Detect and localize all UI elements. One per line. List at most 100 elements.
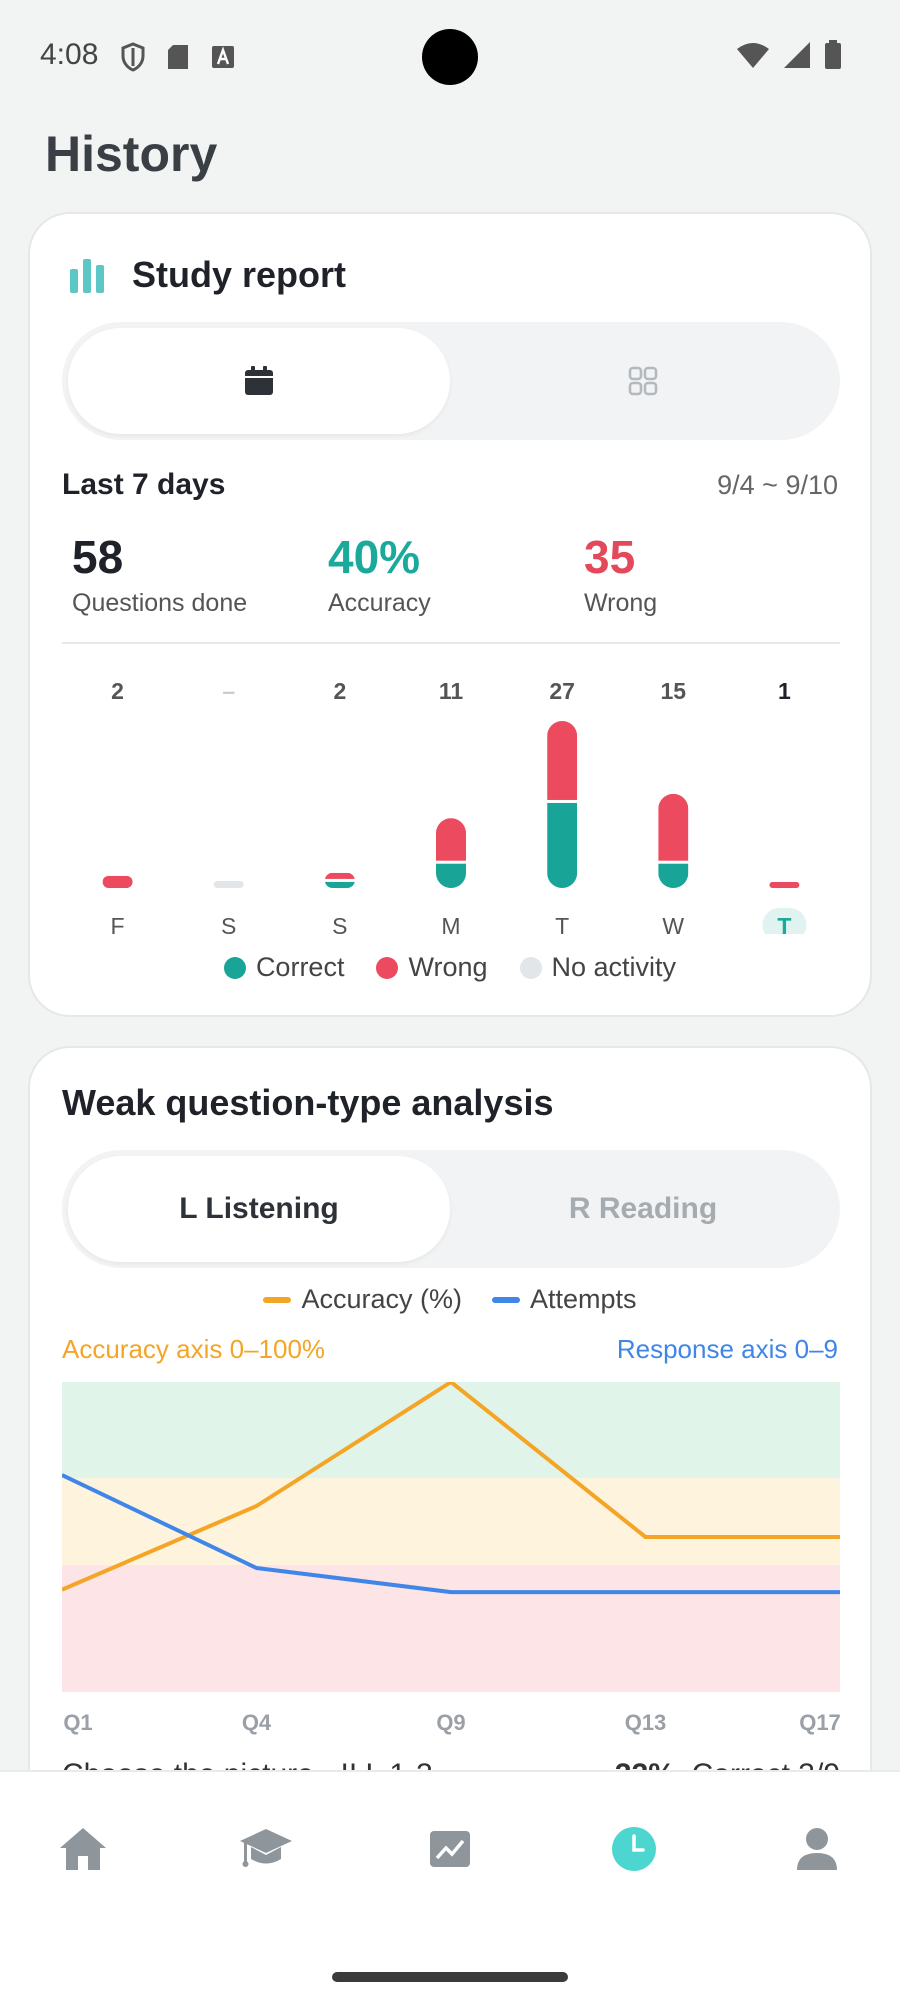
bar-wrong <box>436 818 466 861</box>
accuracy-band <box>62 1478 840 1565</box>
report-view-toggle <box>62 322 840 440</box>
clock-icon <box>612 1827 656 1871</box>
bar-total-label: 11 <box>439 678 464 704</box>
tab-reading[interactable]: R Reading <box>452 1156 834 1262</box>
legend-accuracy: Accuracy (%) <box>263 1284 462 1315</box>
home-indicator[interactable] <box>332 1972 568 1982</box>
legend-wrong: Wrong <box>376 952 488 983</box>
bar-total-label: 15 <box>660 678 686 704</box>
correct-dot <box>223 956 246 979</box>
line-chart-legend: Accuracy (%) Attempts <box>30 1284 870 1315</box>
bar-correct <box>436 863 466 888</box>
accuracy-axis-note: Accuracy axis 0–100% <box>62 1334 326 1364</box>
bar-total-label: – <box>222 678 235 704</box>
bar-total-label: 27 <box>549 678 575 704</box>
signal-icon <box>784 42 810 68</box>
tab-label: L Listening <box>179 1192 339 1225</box>
x-tick-label: Q1 <box>63 1710 93 1735</box>
study-report-header: Study report <box>68 254 346 296</box>
nav-learn[interactable] <box>226 1814 306 1884</box>
stat-value: 58 <box>72 531 124 583</box>
bar-correct <box>324 881 355 888</box>
stat-questions-done: 58 Questions done <box>72 532 247 618</box>
stat-value: 35 <box>584 531 636 583</box>
section-toggle: L Listening R Reading <box>62 1150 840 1268</box>
stat-label: Accuracy <box>328 588 431 617</box>
legend-label: Attempts <box>529 1284 637 1314</box>
bar-chart-icon <box>70 259 104 293</box>
bar-wrong <box>658 793 689 861</box>
x-tick-label: Q13 <box>624 1710 667 1735</box>
x-tick-label: Q17 <box>799 1710 841 1735</box>
bar-wrong <box>769 881 800 888</box>
nav-history[interactable] <box>594 1814 674 1884</box>
graduation-cap-icon <box>240 1829 292 1867</box>
daily-bar-chart: 2 F – S 2 S 11 M 27 T 15 W 1 T <box>102 678 807 934</box>
bar-day-label: T <box>555 913 569 934</box>
bar-stack <box>102 875 133 888</box>
bar-no-activity <box>213 881 244 888</box>
bar-day-label: T <box>777 913 791 934</box>
font-icon <box>212 46 234 68</box>
shield-icon <box>121 42 145 72</box>
study-report-title: Study report <box>132 254 347 295</box>
accuracy-band <box>62 1382 840 1479</box>
bar-chart-legend: Correct Wrong No activity <box>30 952 870 983</box>
bar-stack <box>769 881 800 888</box>
bar-total-label: 1 <box>778 678 791 704</box>
nav-stats[interactable] <box>410 1814 490 1884</box>
accuracy-band <box>62 1564 840 1692</box>
sd-card-icon <box>168 45 188 69</box>
weak-type-line-chart <box>62 1382 840 1692</box>
profile-icon <box>797 1828 837 1870</box>
page-title: History <box>45 126 218 182</box>
bar-day-label: M <box>441 913 460 934</box>
bar-stack <box>547 721 578 888</box>
line-chart-x-labels: Q1 Q4 Q9 Q13 Q17 <box>62 1710 840 1740</box>
status-time: 4:08 <box>40 38 99 71</box>
bar-day-label: S <box>332 913 347 934</box>
x-tick-label: Q4 <box>241 1710 272 1735</box>
nav-home[interactable] <box>43 1814 123 1884</box>
attempts-swatch <box>491 1296 520 1303</box>
legend-label: No activity <box>551 952 677 982</box>
bar-wrong <box>547 721 578 800</box>
home-icon <box>60 1828 106 1870</box>
bar-total-label: 2 <box>333 678 346 704</box>
status-icons-right <box>736 40 842 70</box>
battery-icon <box>825 40 841 69</box>
legend-label: Correct <box>255 952 345 982</box>
bar-day-label: W <box>662 913 684 934</box>
stat-value: 40% <box>328 531 421 583</box>
bar-stack <box>436 818 466 888</box>
status-bar: 4:08 <box>0 0 900 115</box>
status-icons-left <box>120 42 236 72</box>
period-range: 9/4 ~ 9/10 <box>717 470 838 500</box>
calendar-view-tab[interactable] <box>68 328 450 434</box>
study-report-card: Study report Last 7 days 9/4 ~ 9/10 58 Q… <box>28 212 872 1017</box>
bar-correct <box>658 863 689 888</box>
bar-stack <box>658 793 689 888</box>
stat-label: Wrong <box>584 588 658 617</box>
chart-icon <box>430 1831 470 1867</box>
nav-profile[interactable] <box>777 1814 857 1884</box>
grid-icon <box>628 366 658 396</box>
x-tick-label: Q9 <box>436 1710 466 1735</box>
legend-label: Wrong <box>408 952 488 982</box>
legend-label: Accuracy (%) <box>301 1284 462 1314</box>
legend-attempts: Attempts <box>491 1284 637 1315</box>
wrong-dot <box>376 956 399 979</box>
bar-wrong <box>102 875 133 888</box>
bar-stack <box>324 872 355 888</box>
tab-label: R Reading <box>568 1192 718 1225</box>
grid-view-tab[interactable] <box>452 328 834 434</box>
bar-day-label: S <box>221 913 236 934</box>
camera-cutout <box>422 29 478 85</box>
accuracy-swatch <box>263 1296 292 1303</box>
bar-day-label: F <box>111 913 125 934</box>
tab-listening[interactable]: L Listening <box>68 1156 450 1262</box>
bottom-nav <box>0 1770 900 2000</box>
bar-correct <box>547 802 578 888</box>
wifi-icon <box>737 43 769 68</box>
weak-analysis-title: Weak question-type analysis <box>62 1082 554 1123</box>
